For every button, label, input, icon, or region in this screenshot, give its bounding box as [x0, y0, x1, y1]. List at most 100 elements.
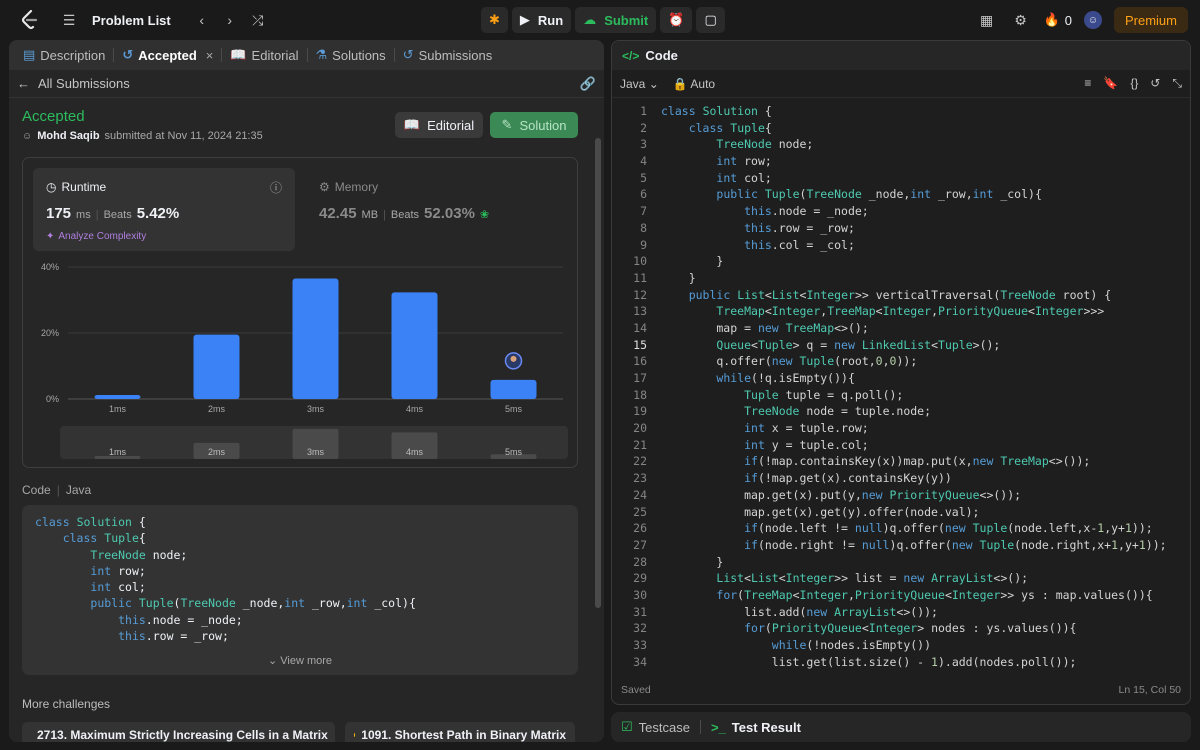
leetcode-logo-icon[interactable] — [20, 9, 40, 31]
line-text: while(!nodes.isEmpty()) — [771, 638, 932, 652]
code-line[interactable]: 28 } — [612, 554, 1190, 571]
challenge-item[interactable]: 1091. Shortest Path in Binary Matrix — [345, 722, 575, 742]
tab-testcase[interactable]: ☑ Testcase — [621, 719, 690, 735]
runtime-distribution-chart[interactable]: 0% 20% 40% 1ms 2ms 3ms 4ms 5ms 1ms 2ms 3ms 4ms 5ms — [23, 258, 579, 468]
fire-icon: 🔥 — [1043, 12, 1060, 27]
code-line[interactable]: 32 for(PriorityQueue<Integer> nodes : ys… — [612, 620, 1190, 637]
link-icon[interactable]: 🔗 — [580, 76, 596, 92]
language-select[interactable]: Java ⌄ — [620, 77, 659, 91]
analyze-complexity-link[interactable]: ✦ Analyze Complexity — [46, 231, 146, 242]
format-icon[interactable]: ≡ — [1084, 76, 1091, 91]
code-line[interactable]: 1 class Solution { — [612, 103, 1190, 120]
code-line[interactable]: 11 } — [612, 270, 1190, 287]
code-line[interactable]: 34 list.get(list.size() - 1).add(nodes.p… — [612, 654, 1190, 671]
code-line[interactable]: 30 for(TreeMap<Integer,PriorityQueue<Int… — [612, 587, 1190, 604]
runtime-beats-pct: 5.42% — [136, 205, 180, 222]
tab-submissions[interactable]: ↺ Submissions — [397, 40, 499, 70]
leaf-icon: ❀ — [479, 209, 490, 221]
code-line[interactable]: 31 list.add(new ArrayList<>()); — [612, 604, 1190, 621]
info-icon[interactable]: ⓘ — [270, 179, 282, 196]
code-line[interactable]: 14 map = new TreeMap<>(); — [612, 320, 1190, 337]
scrollbar[interactable] — [595, 138, 601, 608]
code-line[interactable]: 20 int x = tuple.row; — [612, 420, 1190, 437]
line-number: 32 — [633, 621, 647, 636]
code-line[interactable]: 5 int col; — [612, 170, 1190, 187]
code-line[interactable]: 23 if(!map.get(x).containsKey(y)) — [612, 470, 1190, 487]
tab-description[interactable]: ▤ Description — [17, 40, 111, 70]
notes-button[interactable]: ▢ — [696, 7, 725, 33]
code-line[interactable]: 6 public Tuple(TreeNode _node,int _row,i… — [612, 186, 1190, 203]
line-text: } — [661, 254, 724, 269]
code-line[interactable]: 12 public List<List<Integer>> verticalTr… — [612, 287, 1190, 304]
code-line[interactable]: 8 this.row = _row; — [612, 220, 1190, 237]
author-name[interactable]: Mohd Saqib — [37, 130, 99, 142]
line-text: class Tuple{ — [688, 120, 772, 135]
close-icon[interactable]: × — [206, 48, 214, 63]
all-submissions-link[interactable]: ← All Submissions — [17, 76, 130, 91]
tab-label: Submissions — [418, 47, 493, 63]
submission-header: ← All Submissions 🔗 — [9, 70, 604, 98]
collapse-icon[interactable]: ⤡ — [1172, 76, 1182, 91]
code-line[interactable]: 16 q.offer(new Tuple(root,0,0)); — [612, 353, 1190, 370]
tab-accepted[interactable]: ↺ Accepted × — [116, 40, 219, 70]
reset-icon[interactable]: ↺ — [1150, 76, 1160, 91]
next-problem-icon[interactable]: › — [219, 9, 241, 31]
code-line[interactable]: 24 map.get(x).put(y,new PriorityQueue<>(… — [612, 487, 1190, 504]
tab-divider — [699, 720, 701, 734]
line-text: while(!q.isEmpty()){ — [716, 371, 855, 385]
line-number: 30 — [633, 587, 647, 602]
line-number: 34 — [633, 654, 647, 669]
avatar[interactable]: ☺ — [1083, 11, 1102, 29]
runtime-card[interactable]: ◷ Runtime ⓘ 175 ms | Beats 5.42% ✦ Analyze… — [33, 168, 295, 251]
line-number: 4 — [640, 154, 647, 169]
auto-mode[interactable]: 🔒 Auto — [673, 77, 715, 91]
code-line[interactable]: 7 this.node = _node; — [612, 203, 1190, 220]
gear-icon[interactable]: ⚙ — [1010, 9, 1032, 31]
code-line[interactable]: 19 TreeNode node = tuple.node; — [612, 403, 1190, 420]
layout-icon[interactable]: ▦ — [976, 9, 998, 31]
code-line[interactable]: 17 while(!q.isEmpty()){ — [612, 370, 1190, 387]
challenge-item[interactable]: 2713. Maximum Strictly Increasing Cells … — [22, 722, 335, 742]
code-line[interactable]: 27 if(node.right != null)q.offer(new Tup… — [612, 537, 1190, 554]
line-number: 19 — [633, 404, 647, 419]
code-line[interactable]: 13 TreeMap<Integer,TreeMap<Integer,Prior… — [612, 303, 1190, 320]
timer-button[interactable]: ⏰ — [660, 7, 693, 33]
submitted-text: submitted at Nov 11, 2024 21:35 — [104, 130, 263, 142]
code-line[interactable]: 4 int row; — [612, 153, 1190, 170]
code-line[interactable]: 2 class Tuple{ — [612, 120, 1190, 137]
debug-button[interactable]: ✱ — [481, 7, 508, 33]
prev-problem-icon[interactable]: ‹ — [191, 9, 213, 31]
solution-button[interactable]: ✎ Solution — [490, 112, 578, 138]
tab-test-result[interactable]: >_ Test Result — [711, 720, 801, 735]
premium-button[interactable]: Premium — [1113, 7, 1188, 33]
more-challenges-title: More challenges — [22, 697, 111, 711]
problem-list-icon[interactable]: ☰ — [58, 9, 80, 31]
code-line[interactable]: 18 Tuple tuple = q.poll(); — [612, 387, 1190, 404]
tab-solutions[interactable]: ⚗ Solutions — [310, 40, 392, 70]
code-line[interactable]: 15 Queue<Tuple> q = new LinkedList<Tuple… — [612, 337, 1190, 354]
code-line[interactable]: 22 if(!map.containsKey(x))map.put(x,new … — [612, 453, 1190, 470]
braces-icon[interactable]: {} — [1130, 76, 1138, 91]
code-line[interactable]: 29 List<List<Integer>> list = new ArrayL… — [612, 570, 1190, 587]
editorial-button[interactable]: 📖 Editorial — [395, 112, 483, 138]
streak-counter[interactable]: 🔥 0 — [1044, 12, 1072, 28]
shuffle-icon[interactable]: ⤮ — [247, 9, 269, 31]
bookmark-icon[interactable]: 🔖 — [1103, 76, 1118, 91]
code-line[interactable]: 21 int y = tuple.col; — [612, 437, 1190, 454]
code-line[interactable]: 26 if(node.left != null)q.offer(new Tupl… — [612, 520, 1190, 537]
challenge-label: 1091. Shortest Path in Binary Matrix — [361, 728, 566, 742]
problem-list-title[interactable]: Problem List — [92, 13, 171, 28]
tab-label: Solutions — [332, 47, 386, 63]
tab-editorial[interactable]: 📖 Editorial — [224, 40, 304, 70]
code-line[interactable]: 33 while(!nodes.isEmpty()) — [612, 637, 1190, 654]
code-line[interactable]: 9 this.col = _col; — [612, 237, 1190, 254]
view-more-button[interactable]: ⌄ View more — [22, 654, 578, 667]
run-button[interactable]: ▶ Run — [511, 7, 572, 33]
code-editor[interactable]: 1 class Solution {2 class Tuple{3 TreeNod… — [612, 103, 1190, 673]
code-line[interactable]: 10 } — [612, 253, 1190, 270]
code-line[interactable]: 25 map.get(x).get(y).offer(node.val); — [612, 504, 1190, 521]
memory-card[interactable]: ⚙ Memory 42.45 MB | Beats 52.03% ❀ — [306, 168, 568, 251]
code-line[interactable]: 3 TreeNode node; — [612, 136, 1190, 153]
runtime-heading: ◷ Runtime — [46, 180, 106, 194]
submit-button[interactable]: ☁ Submit — [575, 7, 657, 33]
